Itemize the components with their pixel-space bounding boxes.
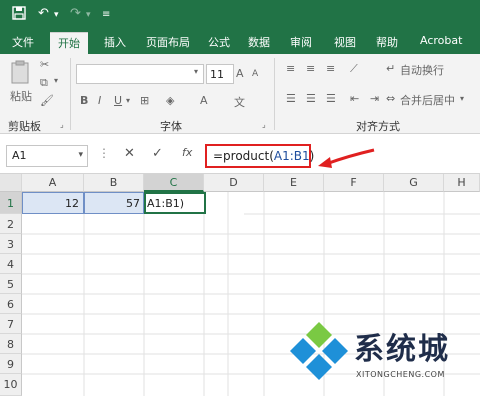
tab-data[interactable]: 数据 (248, 34, 270, 50)
bold-icon[interactable]: B (80, 94, 88, 107)
redo-icon[interactable]: ↷ (70, 6, 81, 21)
format-painter-icon[interactable]: 🖌 (40, 94, 54, 107)
wrap-text-icon[interactable]: ↵ (386, 62, 395, 75)
font-launcher-icon[interactable]: ⌟ (262, 120, 266, 129)
watermark-logo-icon (290, 322, 348, 380)
decrease-indent-icon[interactable]: ⇤ (350, 92, 359, 105)
copy-dropdown-icon[interactable]: ▾ (54, 76, 58, 85)
name-box[interactable]: A1 ▾ (6, 145, 88, 167)
column-header[interactable]: H (444, 174, 480, 192)
row-header[interactable]: 5 (0, 274, 22, 294)
row-header[interactable]: 9 (0, 354, 22, 374)
undo-dropdown-icon[interactable]: ▾ (54, 10, 59, 20)
wrap-text-label[interactable]: 自动换行 (400, 62, 444, 78)
merge-center-icon[interactable]: ⇔ (386, 92, 395, 105)
formula-bar: A1 ▾ ⋮ ✕ ✓ fx =product(A1:B1) (0, 134, 480, 174)
underline-dropdown-icon[interactable]: ▾ (126, 96, 130, 105)
annotation-arrow-icon (318, 148, 375, 168)
title-bar: ↶ ▾ ↷ ▾ ≡ (0, 0, 480, 30)
column-header[interactable]: B (84, 174, 144, 192)
ribbon-tabs: 文件 开始 插入 页面布局 公式 数据 审阅 视图 帮助 Acrobat (0, 30, 480, 54)
clipboard-group-label: 剪贴板 (8, 120, 41, 133)
merge-center-label[interactable]: 合并后居中 (400, 92, 455, 108)
column-header[interactable]: C (144, 174, 204, 192)
align-middle-icon[interactable]: ≡ (306, 62, 315, 75)
cancel-icon[interactable]: ✕ (124, 146, 135, 161)
row-header[interactable]: 10 (0, 374, 22, 396)
font-size-select[interactable]: 11 (206, 64, 234, 84)
align-bottom-icon[interactable]: ≡ (326, 62, 335, 75)
watermark-url: XITONGCHENG.COM (356, 370, 445, 379)
paste-icon[interactable] (10, 60, 30, 87)
column-header[interactable]: D (204, 174, 264, 192)
column-header[interactable]: G (384, 174, 444, 192)
insert-function-icon[interactable]: fx (182, 146, 192, 159)
copy-icon[interactable]: ⧉ (40, 76, 48, 90)
font-name-dropdown-icon[interactable]: ▾ (194, 67, 198, 76)
tab-file[interactable]: 文件 (12, 34, 34, 50)
column-header[interactable]: E (264, 174, 324, 192)
alignment-group-label: 对齐方式 (356, 120, 400, 133)
font-color-icon[interactable]: A (200, 94, 208, 107)
row-header[interactable]: 6 (0, 294, 22, 314)
row-header[interactable]: 8 (0, 334, 22, 354)
ribbon-divider (274, 58, 275, 130)
enter-icon[interactable]: ✓ (152, 146, 163, 161)
row-header[interactable]: 7 (0, 314, 22, 334)
fill-color-icon[interactable]: ◈ (166, 94, 174, 107)
clipboard-launcher-icon[interactable]: ⌟ (60, 120, 64, 129)
align-right-icon[interactable]: ☰ (326, 92, 336, 105)
shrink-font-icon[interactable]: A (252, 69, 258, 79)
formula-prefix: =product( (213, 149, 274, 163)
increase-indent-icon[interactable]: ⇥ (370, 92, 379, 105)
row-header[interactable]: 3 (0, 234, 22, 254)
name-box-dropdown-icon[interactable]: ▾ (78, 150, 83, 160)
more-options-icon: ⋮ (98, 146, 110, 160)
grow-font-icon[interactable]: A (236, 67, 244, 80)
font-group-label: 字体 (160, 120, 182, 133)
formula-reference: A1:B1 (273, 149, 310, 163)
name-box-value: A1 (12, 149, 27, 162)
undo-icon[interactable]: ↶ (38, 6, 49, 21)
column-header[interactable]: F (324, 174, 384, 192)
orientation-icon[interactable]: ⟋ (350, 62, 358, 76)
watermark: 系统城 XITONGCHENG.COM (284, 318, 474, 392)
redo-dropdown-icon[interactable]: ▾ (86, 10, 91, 20)
column-header[interactable]: A (22, 174, 84, 192)
align-top-icon[interactable]: ≡ (286, 62, 295, 75)
tab-home[interactable]: 开始 (50, 32, 88, 54)
align-left-icon[interactable]: ☰ (286, 92, 296, 105)
merge-dropdown-icon[interactable]: ▾ (460, 94, 464, 103)
row-header[interactable]: 2 (0, 214, 22, 234)
ribbon-divider (70, 58, 71, 130)
row-header[interactable]: 1 (0, 192, 22, 214)
row-header[interactable]: 4 (0, 254, 22, 274)
borders-icon[interactable]: ⊞ (140, 94, 149, 107)
tab-acrobat[interactable]: Acrobat (420, 34, 462, 47)
select-all-corner[interactable] (0, 174, 22, 192)
align-center-icon[interactable]: ☰ (306, 92, 316, 105)
font-name-select[interactable] (76, 64, 204, 84)
watermark-title: 系统城 (354, 332, 450, 367)
formula-suffix: ) (309, 149, 315, 163)
tab-insert[interactable]: 插入 (104, 34, 126, 50)
italic-icon[interactable]: I (98, 94, 101, 107)
tab-formulas[interactable]: 公式 (208, 34, 230, 50)
paste-label[interactable]: 粘贴 (10, 88, 32, 104)
formula-input[interactable]: =product(A1:B1) (205, 144, 314, 168)
tab-page-layout[interactable]: 页面布局 (146, 34, 190, 50)
tab-review[interactable]: 审阅 (290, 34, 312, 50)
underline-icon[interactable]: U (114, 94, 122, 107)
ribbon: 粘贴 ✂ ⧉ ▾ 🖌 剪贴板 ⌟ ▾ 11 A A B I U ▾ ⊞ ◈ A … (0, 54, 480, 134)
tab-view[interactable]: 视图 (334, 34, 356, 50)
phonetic-icon[interactable]: 文 (234, 94, 245, 110)
tab-help[interactable]: 帮助 (376, 34, 398, 50)
cut-icon[interactable]: ✂ (40, 58, 49, 71)
save-icon[interactable] (12, 6, 26, 24)
customize-qat-icon[interactable]: ≡ (102, 9, 110, 20)
